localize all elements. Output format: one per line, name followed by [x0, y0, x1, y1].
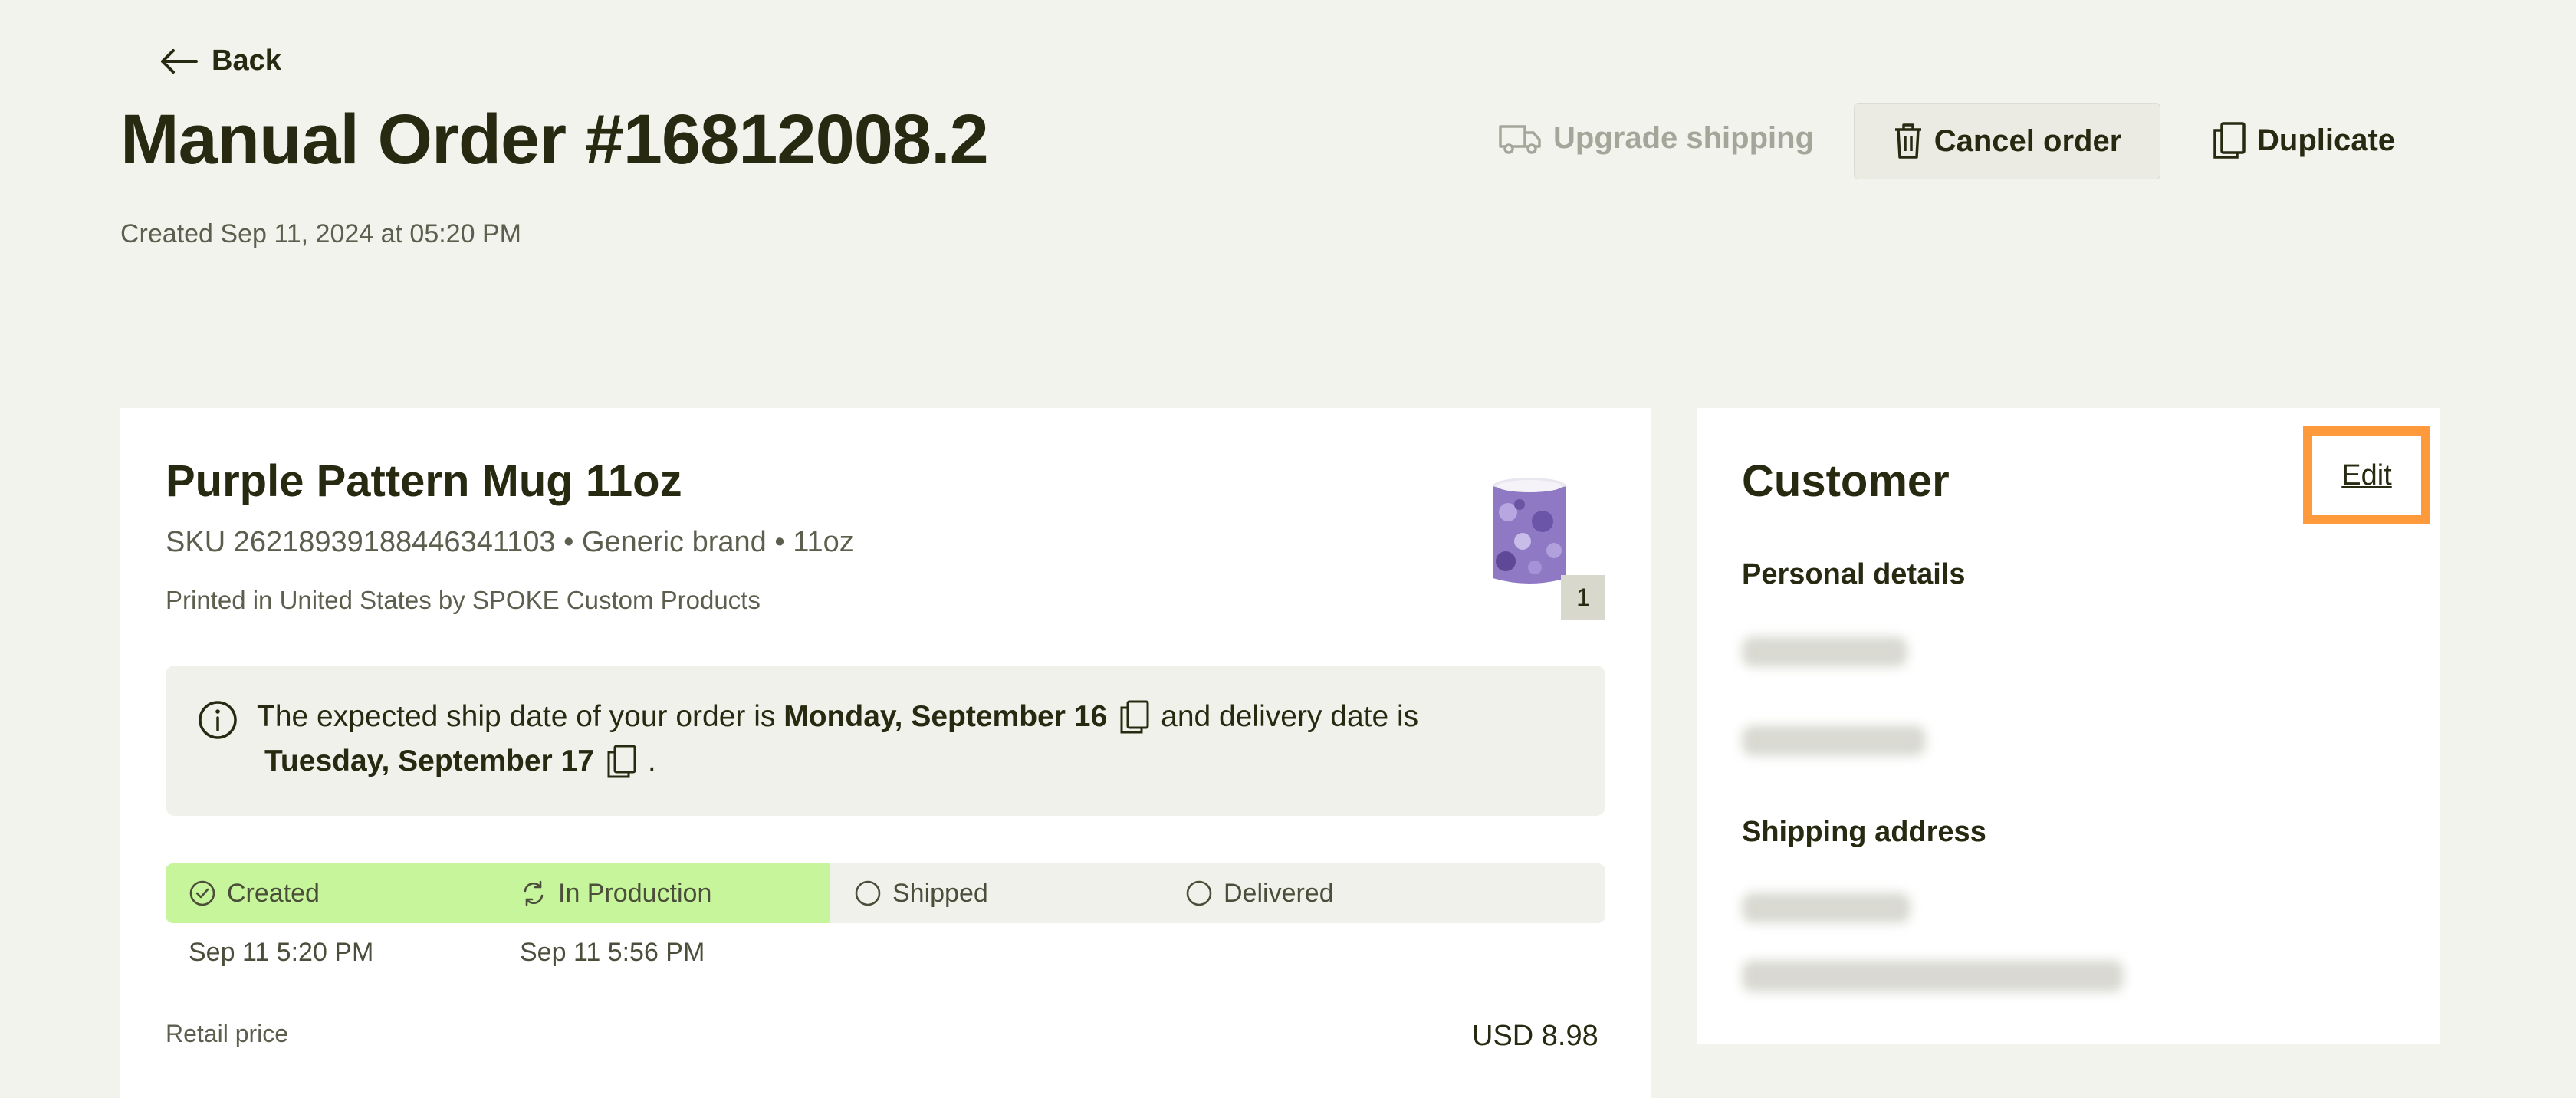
- truck-icon: [1499, 124, 1541, 154]
- status-step-label: Shipped: [892, 878, 988, 908]
- delivery-date-prefix: and delivery date is: [1161, 700, 1419, 733]
- cancel-order-label: Cancel order: [1934, 123, 2122, 158]
- copy-icon: [2213, 122, 2246, 159]
- duplicate-label: Duplicate: [2257, 123, 2396, 157]
- redacted-customer-name: [1742, 636, 1907, 667]
- edit-customer-button[interactable]: Edit: [2303, 426, 2430, 524]
- edit-label: Edit: [2341, 459, 2392, 491]
- product-sku-line: SKU 26218939188446341103 • Generic brand…: [166, 526, 854, 558]
- delivery-date-line: Tuesday, September 17 .: [264, 744, 656, 779]
- upgrade-shipping-label: Upgrade shipping: [1553, 121, 1814, 155]
- trash-icon: [1894, 123, 1921, 159]
- arrow-left-icon: [161, 48, 198, 74]
- quantity-badge: 1: [1561, 575, 1605, 620]
- refresh-icon: [524, 880, 544, 906]
- personal-details-heading: Personal details: [1742, 558, 1966, 590]
- page-title: Manual Order #16812008.2: [120, 100, 989, 179]
- delivery-line-period: .: [647, 745, 656, 777]
- created-timestamp: Created Sep 11, 2024 at 05:20 PM: [120, 219, 521, 248]
- retail-price-label: Retail price: [166, 1020, 289, 1047]
- delivery-date-value: Tuesday, September 17: [264, 745, 594, 777]
- product-printer-info: Printed in United States by SPOKE Custom…: [166, 586, 761, 614]
- info-icon: [199, 701, 237, 739]
- redacted-customer-contact: [1742, 725, 1926, 756]
- status-step-date: Sep 11 5:56 PM: [520, 938, 705, 967]
- upgrade-shipping-button[interactable]: Upgrade shipping: [1498, 121, 1814, 156]
- redacted-address-line: [1742, 893, 1911, 923]
- back-button[interactable]: Back: [159, 44, 281, 77]
- empty-circle-icon: [1186, 880, 1212, 906]
- shipping-address-heading: Shipping address: [1742, 816, 1986, 848]
- purple-mug-thumbnail[interactable]: [1489, 474, 1570, 589]
- customer-title: Customer: [1742, 456, 1950, 506]
- empty-circle-icon: [855, 880, 881, 906]
- duplicate-button[interactable]: Duplicate: [2213, 121, 2395, 159]
- product-title: Purple Pattern Mug 11oz: [166, 456, 682, 506]
- ship-date-info-box: [166, 666, 1605, 816]
- check-circle-icon: [189, 880, 215, 906]
- status-step-label: Delivered: [1224, 878, 1334, 908]
- status-step-in-production: In Production: [520, 863, 711, 923]
- status-step-label: In Production: [558, 878, 712, 908]
- status-step-created: Created: [189, 863, 320, 923]
- retail-price-value: USD 8.98: [1472, 1020, 1598, 1052]
- back-label: Back: [212, 44, 281, 77]
- status-step-delivered: Delivered: [1185, 863, 1334, 923]
- redacted-address-line: [1742, 960, 2124, 992]
- cancel-order-button[interactable]: Cancel order: [1854, 103, 2160, 179]
- ship-date-value: Monday, September 16: [784, 700, 1108, 733]
- copy-ship-date-icon[interactable]: [1119, 699, 1150, 735]
- status-step-shipped: Shipped: [854, 863, 988, 923]
- status-step-label: Created: [227, 878, 320, 908]
- status-step-date: Sep 11 5:20 PM: [189, 938, 374, 967]
- ship-date-line: The expected ship date of your order is …: [257, 699, 1418, 735]
- copy-delivery-date-icon[interactable]: [606, 744, 637, 779]
- ship-date-prefix: The expected ship date of your order is: [257, 700, 776, 733]
